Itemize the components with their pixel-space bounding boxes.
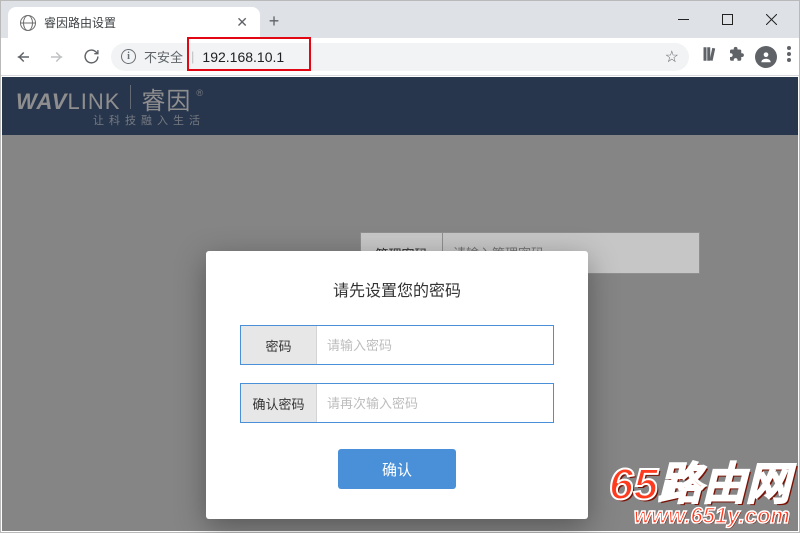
- confirm-password-field: 确认密码: [240, 383, 554, 423]
- arrow-left-icon: [14, 48, 32, 66]
- close-window-button[interactable]: [749, 5, 793, 35]
- globe-icon: [20, 15, 36, 31]
- puzzle-icon: [727, 45, 745, 63]
- set-password-modal: 请先设置您的密码 密码 确认密码 确认: [206, 251, 588, 519]
- browser-tab[interactable]: 睿因路由设置 ✕: [8, 7, 260, 38]
- reload-button[interactable]: [77, 43, 105, 71]
- browser-toolbar: i 不安全 | 192.168.10.1 ☆: [1, 38, 799, 76]
- close-tab-icon[interactable]: ✕: [236, 14, 248, 31]
- minimize-button[interactable]: [661, 5, 705, 35]
- profile-avatar[interactable]: [755, 46, 777, 68]
- nav-back-button[interactable]: [9, 43, 37, 71]
- nav-forward-button[interactable]: [43, 43, 71, 71]
- reload-icon: [83, 48, 100, 65]
- password-input[interactable]: [317, 326, 553, 364]
- password-field: 密码: [240, 325, 554, 365]
- close-icon: [766, 14, 777, 25]
- tab-title: 睿因路由设置: [44, 14, 228, 31]
- browser-menu-button[interactable]: [787, 46, 791, 67]
- modal-submit-button[interactable]: 确认: [338, 449, 456, 489]
- maximize-icon: [722, 14, 733, 25]
- toolbar-right: [695, 45, 791, 68]
- new-tab-button[interactable]: +: [260, 5, 288, 38]
- reading-list-icon-svg: [699, 45, 717, 63]
- confirm-password-input[interactable]: [317, 384, 553, 422]
- security-divider: |: [191, 49, 194, 64]
- confirm-password-label: 确认密码: [241, 384, 317, 422]
- reading-list-icon[interactable]: [699, 45, 717, 68]
- browser-titlebar: 睿因路由设置 ✕ +: [1, 1, 799, 38]
- extensions-icon[interactable]: [727, 45, 745, 68]
- page-viewport: WAVLINK 睿因® 让科技融入生活 管理密码 确认 请先设置您的密码 密码 …: [2, 77, 798, 531]
- address-bar[interactable]: i 不安全 | 192.168.10.1 ☆: [111, 43, 689, 71]
- window-controls: [661, 1, 799, 38]
- person-icon: [759, 50, 773, 64]
- modal-title: 请先设置您的密码: [240, 277, 554, 301]
- bookmark-star-icon[interactable]: ☆: [665, 47, 679, 67]
- url-text: 192.168.10.1: [202, 49, 284, 65]
- site-info-icon[interactable]: i: [121, 49, 136, 64]
- kebab-icon: [787, 46, 791, 62]
- maximize-button[interactable]: [705, 5, 749, 35]
- arrow-right-icon: [48, 48, 66, 66]
- password-label: 密码: [241, 326, 317, 364]
- insecure-label: 不安全: [144, 47, 183, 66]
- minimize-icon: [678, 14, 689, 25]
